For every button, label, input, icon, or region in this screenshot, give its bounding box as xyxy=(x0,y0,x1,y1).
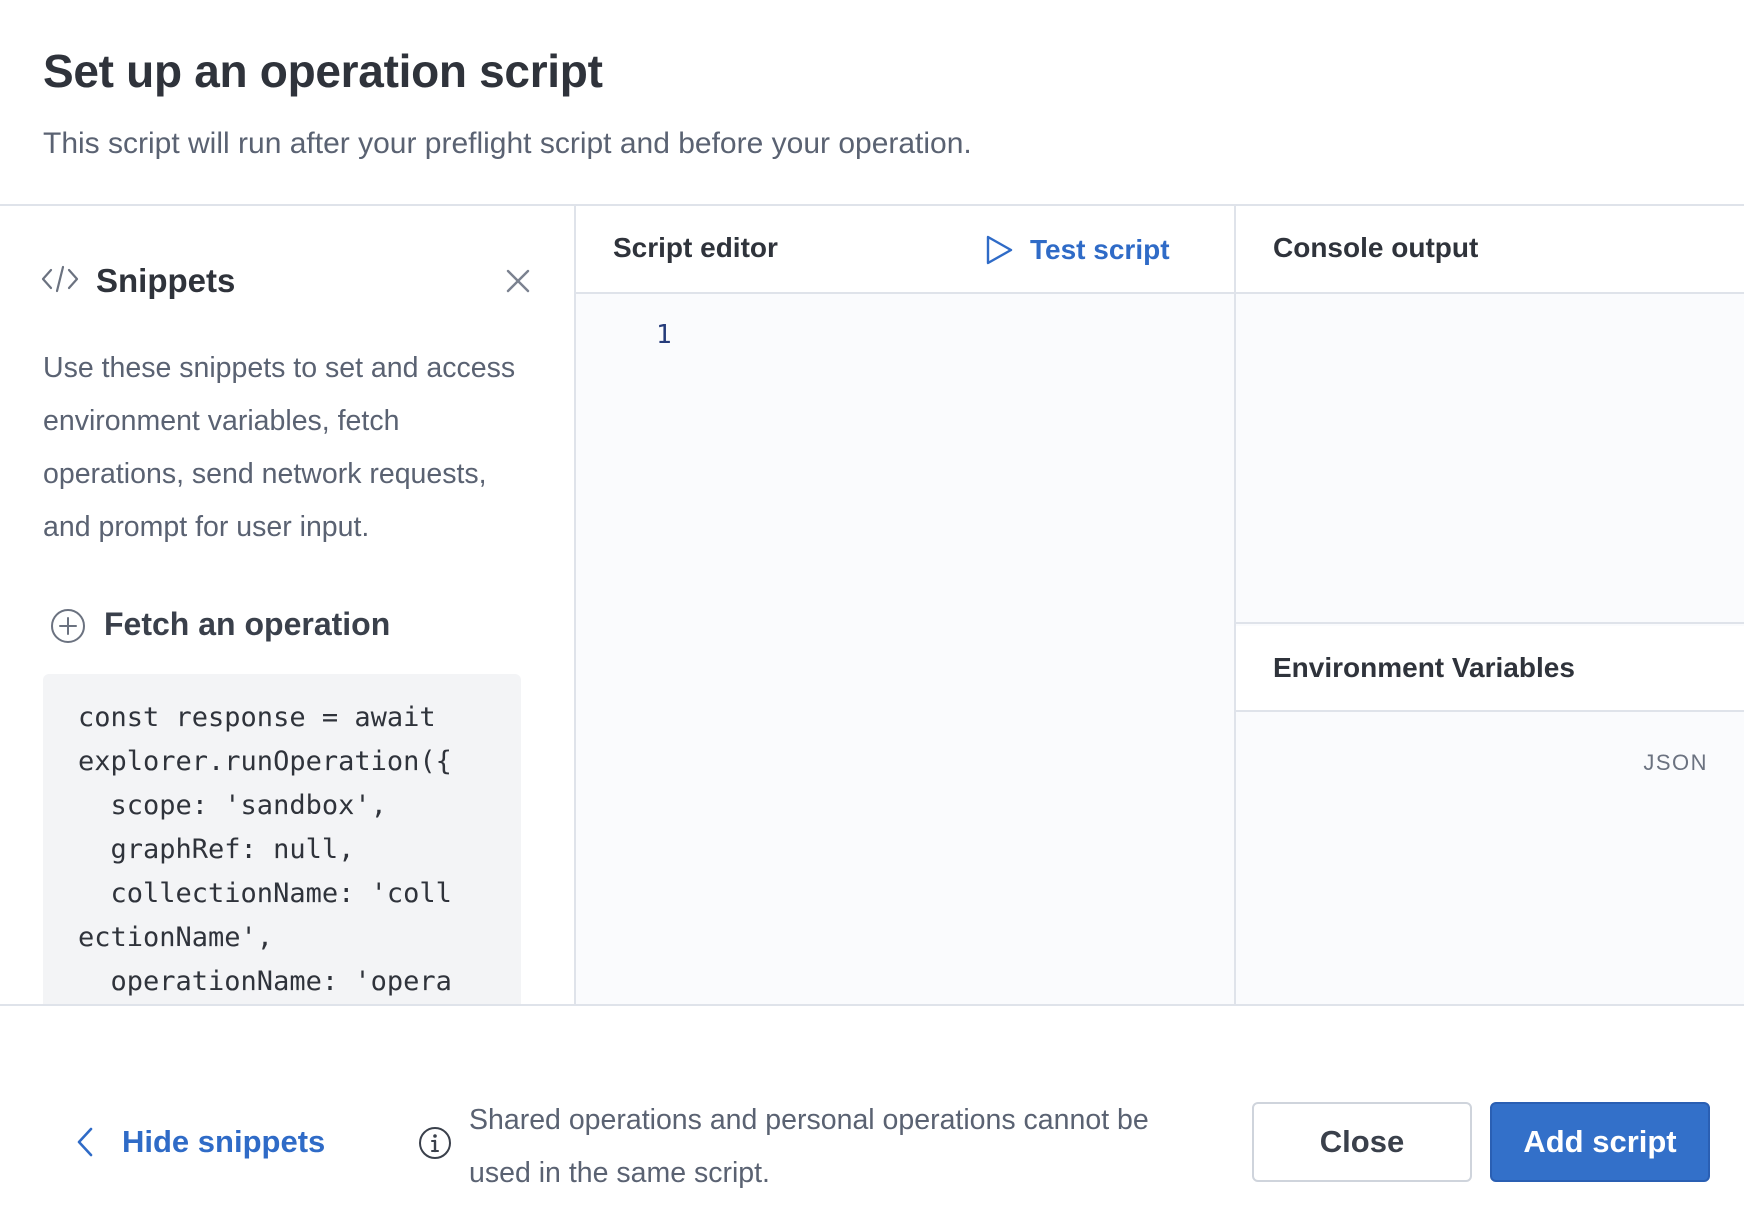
console-header: Console output xyxy=(1236,206,1744,294)
dialog-title: Set up an operation script xyxy=(43,45,603,97)
environment-variables-header: Environment Variables xyxy=(1236,626,1744,712)
dialog-footer: Hide snippets Shared operations and pers… xyxy=(0,1004,1744,1230)
script-editor-title: Script editor xyxy=(613,232,778,263)
code-icon xyxy=(41,264,79,294)
play-icon xyxy=(986,235,1013,265)
footer-notice: Shared operations and personal operation… xyxy=(469,1104,1149,1189)
dialog-header: Set up an operation script This script w… xyxy=(0,0,1744,206)
operation-script-dialog: Set up an operation script This script w… xyxy=(0,0,1744,1230)
plus-circle-icon[interactable] xyxy=(50,608,86,644)
test-script-button[interactable]: Test script xyxy=(984,232,1170,268)
dialog-subtitle: This script will run after your prefligh… xyxy=(43,127,972,160)
close-icon[interactable] xyxy=(503,266,533,296)
console-output-area xyxy=(1236,294,1744,624)
script-editor-header: Script editor Test script xyxy=(576,206,1234,294)
info-icon xyxy=(418,1126,452,1160)
close-button[interactable]: Close xyxy=(1252,1102,1472,1182)
add-script-button[interactable]: Add script xyxy=(1490,1102,1710,1182)
console-output-title: Console output xyxy=(1273,232,1479,263)
console-panel: Console output Environment Variables JSO… xyxy=(1236,206,1744,1004)
script-editor-panel: Script editor Test script 1 xyxy=(576,206,1236,1004)
snippet-code-block[interactable]: const response = await explorer.runOpera… xyxy=(43,674,521,1004)
snippet-code: const response = await explorer.runOpera… xyxy=(78,702,452,997)
code-editor-input[interactable] xyxy=(696,306,1226,996)
snippets-title: Snippets xyxy=(96,262,236,299)
line-number: 1 xyxy=(656,320,672,350)
environment-variables-title: Environment Variables xyxy=(1273,652,1575,683)
snippet-title-fetch-operation[interactable]: Fetch an operation xyxy=(104,606,390,643)
snippets-panel: Snippets Use these snippets to set and a… xyxy=(0,206,576,1004)
chevron-left-icon xyxy=(77,1127,93,1157)
test-script-label: Test script xyxy=(1030,234,1170,265)
snippets-description: Use these snippets to set and access env… xyxy=(43,352,516,543)
hide-snippets-button[interactable]: Hide snippets xyxy=(74,1124,325,1160)
json-format-tag: JSON xyxy=(1643,750,1708,775)
hide-snippets-label: Hide snippets xyxy=(122,1124,326,1159)
environment-variables-editor[interactable]: JSON xyxy=(1236,712,1744,1004)
